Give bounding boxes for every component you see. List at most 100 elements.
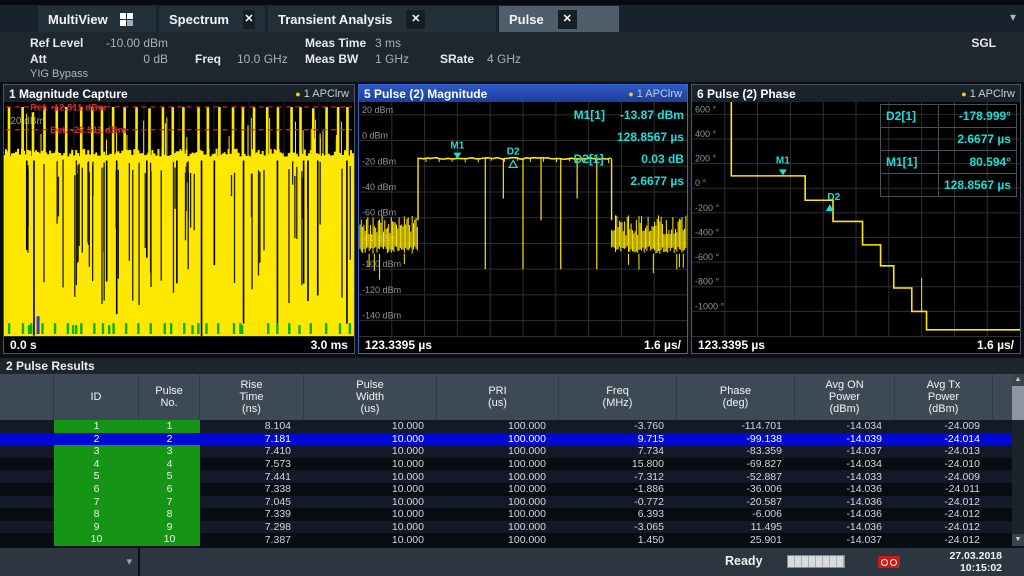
yig-bypass-label: YIG Bypass (30, 68, 88, 80)
setting-value-meas-time[interactable]: 3 ms (375, 36, 401, 50)
setting-label-meas-bw: Meas BW (305, 52, 358, 66)
readout-value: -178.999° (939, 105, 1016, 128)
pulse-magnitude-plot[interactable]: 20 dBm0 dBm-20 dBm-40 dBm-60 dBm-80 dBm-… (359, 102, 687, 336)
tab-transient-analysis[interactable]: Transient Analysis✕ (268, 6, 496, 32)
setting-value-srate[interactable]: 4 GHz (487, 52, 521, 66)
table-row-9[interactable]: 997.29810.000100.000-3.06511.495-14.036-… (0, 521, 1012, 534)
value-cell: 10.000 (304, 483, 437, 495)
window-header[interactable]: 5 Pulse (2) Magnitude ●1 APClrw (359, 85, 687, 102)
magnitude-capture-plot[interactable]: -20 dBmRef. -12.511 dBmDet. -22.511 dBm (4, 102, 354, 336)
table-row-5[interactable]: 557.44110.000100.000-7.312-52.887-14.033… (0, 470, 1012, 483)
setting-label-meas-time: Meas Time (305, 36, 366, 50)
y-tick-label: -20 dBm (362, 156, 396, 166)
window-header[interactable]: 1 Magnitude Capture ●1 APClrw (4, 85, 354, 102)
column-header[interactable]: ID (54, 374, 139, 420)
scrollbar-thumb[interactable] (1012, 386, 1024, 420)
tab-close-icon[interactable]: ✕ (243, 10, 255, 29)
value-cell: 25.901 (677, 534, 795, 546)
setting-value-ref-level[interactable]: -10.00 dBm (100, 36, 168, 50)
value-cell: -1.886 (559, 483, 677, 495)
value-cell: 7.298 (200, 521, 304, 533)
value-cell: 7.573 (200, 458, 304, 470)
table-row-4[interactable]: 447.57310.000100.00015.800-69.827-14.034… (0, 458, 1012, 471)
column-header[interactable]: PRI(us) (437, 374, 559, 420)
column-header[interactable]: PulseNo. (139, 374, 200, 420)
tab-spectrum[interactable]: Spectrum✕ (159, 6, 265, 32)
results-scrollbar[interactable]: ▲ ▼ (1012, 374, 1024, 546)
column-header[interactable]: Freq(MHz) (559, 374, 677, 420)
value-cell: -14.036 (795, 521, 895, 533)
tab-overflow-chevron-down-icon[interactable]: ▾ (1010, 10, 1016, 24)
threshold-label: Det. -22.511 dBm (50, 125, 126, 136)
value-cell: -14.033 (795, 471, 895, 483)
value-cell: 100.000 (437, 496, 559, 508)
table-row-3[interactable]: 337.41010.000100.0007.734-83.359-14.037-… (0, 445, 1012, 458)
id-cell: 3 (139, 445, 200, 458)
scrollbar-track[interactable] (1012, 420, 1024, 534)
trace-dot-icon: ● (295, 89, 300, 99)
setting-value-meas-bw[interactable]: 1 GHz (375, 52, 409, 66)
scroll-down-arrow-icon[interactable]: ▼ (1012, 534, 1024, 546)
marker-m1-icon (779, 169, 787, 175)
readout-value: -13.87 dBm (617, 104, 684, 126)
table-row-8[interactable]: 887.33910.000100.0006.393-6.006-14.036-2… (0, 508, 1012, 521)
tab-close-icon[interactable]: ✕ (558, 10, 577, 29)
value-cell: -99.138 (677, 433, 795, 445)
value-cell: -24.012 (895, 521, 993, 533)
pulse-phase-plot[interactable]: 600 °400 °200 °0 °-200 °-400 °-600 °-800… (692, 102, 1020, 336)
window-title: 1 Magnitude Capture (9, 87, 128, 101)
y-tick-label: -100 dBm (362, 259, 401, 269)
column-header[interactable]: Avg ONPower(dBm) (795, 374, 895, 420)
status-time: 10:15:02 (960, 562, 1002, 574)
scroll-up-arrow-icon[interactable]: ▲ (1012, 374, 1024, 386)
table-row-2[interactable]: 227.18110.000100.0009.715-99.138-14.039-… (0, 433, 1012, 446)
tab-multiview[interactable]: MultiView (38, 6, 156, 32)
marker-readout: D2[1]-178.999°2.6677 µsM1[1]80.594°128.8… (880, 104, 1017, 197)
window-pulse-magnitude[interactable]: 5 Pulse (2) Magnitude ●1 APClrw 20 dBm0 … (358, 84, 688, 354)
readout-value: 2.6677 µs (939, 128, 1016, 151)
table-row-10[interactable]: 10107.38710.000100.0001.45025.901-14.037… (0, 533, 1012, 546)
value-cell: 7.387 (200, 534, 304, 546)
id-cell: 6 (54, 483, 139, 496)
value-cell: 10.000 (304, 420, 437, 432)
y-tick-label: 20 dBm (362, 105, 393, 115)
id-cell: 10 (139, 533, 200, 546)
readout-value: 128.8567 µs (617, 126, 684, 148)
table-row-6[interactable]: 667.33810.000100.000-1.886-36.006-14.036… (0, 483, 1012, 496)
trace-dot-icon: ● (628, 89, 633, 99)
status-dropdown[interactable]: ▾ (0, 548, 138, 576)
window-magnitude-capture[interactable]: 1 Magnitude Capture ●1 APClrw -20 dBmRef… (3, 84, 355, 354)
calendar-icon (878, 556, 900, 568)
value-cell: 11.495 (677, 521, 795, 533)
value-cell: 10.000 (304, 508, 437, 520)
window-title: 5 Pulse (2) Magnitude (364, 87, 487, 101)
table-row-1[interactable]: 118.10410.000100.000-3.760-114.701-14.03… (0, 420, 1012, 433)
setting-value-att[interactable]: 0 dB (100, 52, 168, 66)
column-header[interactable]: PulseWidth(us) (304, 374, 437, 420)
column-header[interactable]: Avg TxPower(dBm) (895, 374, 993, 420)
magnitude-capture-trace: -20 dBmRef. -12.511 dBmDet. -22.511 dBm (4, 102, 354, 336)
status-chevron-down-icon: ▾ (126, 555, 132, 568)
value-cell: -14.037 (795, 445, 895, 457)
value-cell: 7.410 (200, 445, 304, 457)
results-header-row: IDPulseNo.RiseTime(ns)PulseWidth(us)PRI(… (0, 374, 1012, 420)
pulse-results-panel: 2 Pulse Results IDPulseNo.RiseTime(ns)Pu… (0, 358, 1024, 546)
table-row-7[interactable]: 777.04510.000100.000-0.772-20.587-14.036… (0, 496, 1012, 509)
value-cell: -14.037 (795, 534, 895, 546)
value-cell: -14.036 (795, 496, 895, 508)
window-header[interactable]: 6 Pulse (2) Phase ●1 APClrw (692, 85, 1020, 102)
tab-close-icon[interactable]: ✕ (406, 10, 425, 29)
value-cell: -7.312 (559, 471, 677, 483)
y-tick-label: -60 dBm (362, 208, 396, 218)
tab-pulse[interactable]: Pulse✕ (499, 6, 619, 32)
value-cell: 10.000 (304, 471, 437, 483)
value-cell: 10.000 (304, 534, 437, 546)
id-cell: 4 (54, 458, 139, 471)
results-table: IDPulseNo.RiseTime(ns)PulseWidth(us)PRI(… (0, 374, 1012, 546)
column-header[interactable] (0, 374, 54, 420)
column-header[interactable]: Phase(deg) (677, 374, 795, 420)
window-pulse-phase[interactable]: 6 Pulse (2) Phase ●1 APClrw 600 °400 °20… (691, 84, 1021, 354)
setting-value-freq[interactable]: 10.0 GHz (237, 52, 288, 66)
column-header[interactable]: RiseTime(ns) (200, 374, 304, 420)
readout-label (881, 128, 939, 151)
